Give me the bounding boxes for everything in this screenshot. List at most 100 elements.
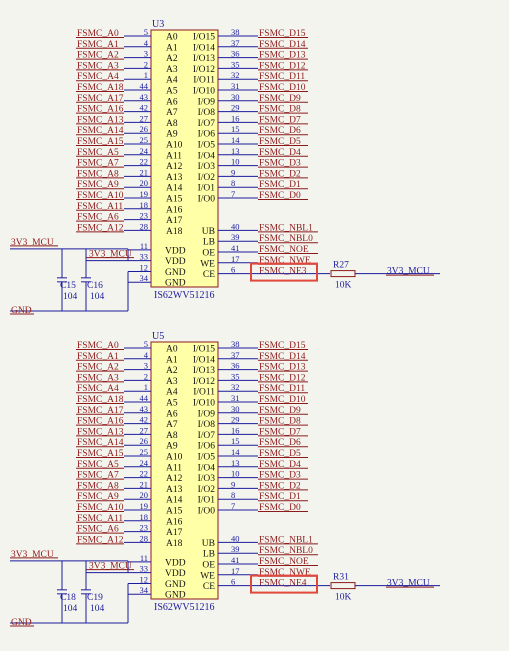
pin-name: GND xyxy=(165,580,186,590)
net-label: FSMC_NE4 xyxy=(259,579,307,589)
net-label: FSMC_A13 xyxy=(77,115,124,125)
pin-name: VDD xyxy=(165,246,186,256)
pin-number: 20 xyxy=(140,490,149,500)
pin-number: 15 xyxy=(231,436,240,446)
pin-name: I/O15 xyxy=(193,345,215,355)
pin-name: A15 xyxy=(166,507,183,517)
pin-name: UB xyxy=(202,227,215,237)
pin-name: I/O15 xyxy=(193,33,215,43)
net-label: FSMC_D11 xyxy=(259,384,305,394)
pin-number: 42 xyxy=(140,415,149,425)
net-label: FSMC_D10 xyxy=(259,395,306,405)
pin-name: I/O14 xyxy=(193,355,215,365)
net-label: FSMC_A14 xyxy=(77,126,124,136)
net-label: FSMC_D0 xyxy=(259,503,301,513)
pin-name: LB xyxy=(203,550,215,560)
pin-name: I/O0 xyxy=(198,507,216,517)
pin-number: 31 xyxy=(231,81,240,91)
net-label: FSMC_D6 xyxy=(259,126,301,136)
pin-number: 35 xyxy=(231,59,240,69)
net-label: FSMC_A15 xyxy=(77,137,124,147)
capacitor-reference: C15 xyxy=(60,281,76,291)
pin-name: A12 xyxy=(166,162,183,172)
pin-name: I/O8 xyxy=(198,420,216,430)
schematic-canvas: U3 IS62WV51216 FSMC_A0 5 A0 FSMC_A1 4 A1 FSMC_A2… xyxy=(0,0,509,651)
pin-number: 32 xyxy=(231,70,240,80)
pin-number: 32 xyxy=(231,382,240,392)
pin-number: 7 xyxy=(231,189,235,199)
net-label: FSMC_A1 xyxy=(77,40,119,50)
pin-number: 24 xyxy=(140,146,149,156)
net-label: FSMC_NBL1 xyxy=(259,223,313,233)
pin-number: 35 xyxy=(231,371,240,381)
net-label: FSMC_D15 xyxy=(259,29,306,39)
net-label: FSMC_D11 xyxy=(259,72,305,82)
net-label: FSMC_D7 xyxy=(259,427,301,437)
pin-name: A0 xyxy=(166,33,178,43)
net-label: FSMC_D3 xyxy=(259,471,301,481)
net-label: FSMC_A18 xyxy=(77,83,124,93)
resistor-reference: R27 xyxy=(333,261,349,271)
pin-name: A11 xyxy=(166,151,182,161)
pin-name: A18 xyxy=(166,539,183,549)
net-label: FSMC_A9 xyxy=(77,492,119,502)
pin-name: A5 xyxy=(166,399,178,409)
pin-number: 30 xyxy=(231,404,240,414)
net-label: FSMC_A5 xyxy=(77,460,119,470)
net-label: FSMC_A13 xyxy=(77,427,124,437)
net-label: FSMC_D2 xyxy=(259,169,301,179)
pin-number: 26 xyxy=(140,436,149,446)
net-label: FSMC_D5 xyxy=(259,137,301,147)
net-label: FSMC_A1 xyxy=(77,352,119,362)
pin-number: 38 xyxy=(231,339,240,349)
net-label: FSMC_D9 xyxy=(259,94,301,104)
net-label: FSMC_A12 xyxy=(77,223,124,233)
pin-name: A14 xyxy=(166,184,183,194)
resistor-value: 10K xyxy=(335,281,352,291)
supply-net-label-2: 3V3_MCU xyxy=(89,562,132,572)
pin-number: 5 xyxy=(144,339,148,349)
pin-name: A2 xyxy=(166,366,178,376)
pin-name: A1 xyxy=(166,355,178,365)
net-label: FSMC_A7 xyxy=(77,159,119,169)
net-label: FSMC_D14 xyxy=(259,352,306,362)
pin-number: 3 xyxy=(144,49,148,59)
net-label: FSMC_A6 xyxy=(77,525,119,535)
net-label: FSMC_D5 xyxy=(259,449,301,459)
net-label: FSMC_D12 xyxy=(259,373,306,383)
pin-name: I/O4 xyxy=(198,463,216,473)
net-label: FSMC_A17 xyxy=(77,406,124,416)
net-label: FSMC_A10 xyxy=(77,503,124,513)
pin-name: A10 xyxy=(166,453,183,463)
pin-number: 18 xyxy=(140,512,149,522)
pin-number: 36 xyxy=(231,49,240,59)
supply-net-label: 3V3_MCU xyxy=(11,238,54,248)
pin-number: 40 xyxy=(231,533,240,543)
pin-name: I/O12 xyxy=(193,65,215,75)
net-label: FSMC_D3 xyxy=(259,159,301,169)
net-label: FSMC_A2 xyxy=(77,363,119,373)
chip-part-number: IS62WV51216 xyxy=(154,602,215,613)
net-label: FSMC_A7 xyxy=(77,471,119,481)
pin-name: A17 xyxy=(166,216,183,226)
pin-name: I/O13 xyxy=(193,54,215,64)
pin-number: 37 xyxy=(231,350,240,360)
gnd-net-label: GND xyxy=(11,618,32,628)
net-label: FSMC_A8 xyxy=(77,481,119,491)
pin-number: 16 xyxy=(231,113,240,123)
pin-name: A18 xyxy=(166,227,183,237)
pin-name: A16 xyxy=(166,205,183,215)
pin-name: A15 xyxy=(166,195,183,205)
net-label: FSMC_A16 xyxy=(77,105,124,115)
net-label: FSMC_D1 xyxy=(259,492,301,502)
pin-number: 18 xyxy=(140,200,149,210)
net-label: FSMC_NE3 xyxy=(259,267,307,277)
pin-name: A13 xyxy=(166,485,183,495)
pin-number: 24 xyxy=(140,458,149,468)
pin-number: 6 xyxy=(231,265,235,275)
pin-number: 10 xyxy=(231,469,240,479)
pin-number: 29 xyxy=(231,415,240,425)
pin-number: 17 xyxy=(231,254,240,264)
pin-name: CE xyxy=(203,582,215,592)
pin-number: 39 xyxy=(231,544,240,554)
